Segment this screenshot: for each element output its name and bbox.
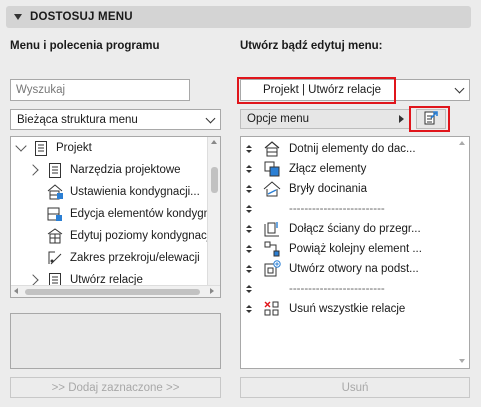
tree-item-label: Edycja elementów kondygn [70, 208, 210, 220]
menu-item-label: Powiąż kolejny element ... [289, 243, 422, 255]
menu-structure-value: Bieżąca struktura menu [17, 113, 138, 126]
drag-handle-icon[interactable] [245, 145, 253, 153]
menu-item-bryly[interactable]: Bryły docinania [241, 179, 367, 199]
drag-handle-icon[interactable] [245, 305, 253, 313]
left-column-title: Menu i polecenia programu [10, 40, 160, 52]
story-levels-icon [47, 228, 63, 244]
triangle-right-icon [399, 115, 404, 123]
menu-item-label: Dotnij elementy do dac... [289, 143, 416, 155]
menu-item-zlacz[interactable]: Złącz elementy [241, 159, 366, 179]
highlight-menu-select [237, 77, 396, 104]
highlight-export-button [409, 106, 450, 132]
story-settings-icon [47, 184, 63, 200]
scroll-up-icon[interactable] [459, 141, 465, 145]
menu-item-dolacz[interactable]: Dołącz ściany do przegr... [241, 219, 421, 239]
drag-handle-icon[interactable] [245, 265, 253, 273]
menu-item-powiaz[interactable]: Powiąż kolejny element ... [241, 239, 422, 259]
drag-handle-icon[interactable] [245, 185, 253, 193]
separator-line: ------------------------- [289, 283, 385, 295]
blank-icon [263, 200, 281, 218]
search-placeholder: Wyszukaj [16, 84, 66, 96]
document-list-icon [47, 162, 63, 178]
collapse-triangle-icon[interactable] [14, 14, 22, 20]
tree-item-narzedzia[interactable]: Narzędzia projektowe [27, 159, 181, 181]
link-element-icon [263, 240, 281, 258]
scrollbar-thumb[interactable] [211, 167, 218, 193]
drag-handle-icon[interactable] [245, 225, 253, 233]
tree-vertical-scrollbar[interactable] [207, 137, 220, 286]
drag-handle-icon[interactable] [245, 205, 253, 213]
drag-handle-icon[interactable] [245, 245, 253, 253]
chevron-down-icon [454, 83, 465, 94]
expand-right-icon[interactable] [27, 164, 39, 176]
menu-options-label: Opcje menu [247, 113, 310, 125]
remove-button[interactable]: Usuń [240, 377, 470, 398]
menu-item-usun-relacje[interactable]: Usuń wszystkie relacje [241, 299, 405, 319]
section-range-icon [47, 250, 63, 266]
menu-item-label: Bryły docinania [289, 183, 367, 195]
merge-elements-icon [263, 160, 281, 178]
tree-horizontal-scrollbar[interactable] [11, 285, 220, 297]
tree-item-label: Edytuj poziomy kondygnacji [70, 230, 212, 242]
trimming-bodies-icon [263, 180, 281, 198]
scroll-up-icon[interactable] [211, 140, 217, 144]
expand-down-icon[interactable] [15, 140, 27, 152]
scroll-left-icon[interactable] [14, 288, 18, 294]
menu-items-list[interactable]: Dotnij elementy do dac... Złącz elementy… [240, 136, 470, 369]
menu-item-otwory[interactable]: Utwórz otwory na podst... [241, 259, 419, 279]
blank-icon [263, 280, 281, 298]
tree-item-edycja[interactable]: Edycja elementów kondygn [47, 203, 210, 225]
scroll-down-icon[interactable] [459, 359, 465, 363]
trim-to-roof-icon [263, 140, 281, 158]
search-input[interactable]: Wyszukaj [10, 79, 190, 101]
separator-line: ------------------------- [289, 203, 385, 215]
tree-item-poziomy[interactable]: Edytuj poziomy kondygnacji [47, 225, 212, 247]
menu-item-label: Utwórz otwory na podst... [289, 263, 419, 275]
menu-vertical-scrollbar[interactable] [456, 137, 469, 368]
section-title: DOSTOSUJ MENU [30, 11, 133, 23]
tree-item-zakres[interactable]: Zakres przekroju/elewacji [47, 247, 200, 269]
menu-options-button[interactable]: Opcje menu [240, 109, 410, 129]
right-column-title: Utwórz bądź edytuj menu: [240, 40, 383, 52]
tree-item-ustawienia[interactable]: Ustawienia kondygnacji... [47, 181, 200, 203]
tree-item-label: Projekt [56, 142, 92, 154]
menu-structure-select[interactable]: Bieżąca struktura menu [10, 109, 221, 130]
section-header-customize-menu[interactable]: DOSTOSUJ MENU [6, 6, 471, 28]
scroll-right-icon[interactable] [210, 288, 214, 294]
drag-handle-icon[interactable] [245, 165, 253, 173]
add-selected-button[interactable]: >> Dodaj zaznaczone >> [10, 377, 221, 398]
menu-item-label: Usuń wszystkie relacje [289, 303, 406, 315]
document-list-icon [33, 140, 49, 156]
expand-right-icon[interactable] [27, 274, 39, 286]
story-edit-icon [47, 206, 63, 222]
menu-item-label: Dołącz ściany do przegr... [289, 223, 421, 235]
tree-item-label: Narzędzia projektowe [70, 164, 181, 176]
scrollbar-thumb[interactable] [25, 289, 200, 295]
description-panel [10, 313, 221, 369]
tree-item-label: Zakres przekroju/elewacji [70, 252, 200, 264]
menu-item-separator[interactable]: ------------------------- [241, 279, 385, 299]
menu-item-label: Złącz elementy [289, 163, 367, 175]
command-tree[interactable]: Projekt Narzędzia projektowe Ustawienia … [10, 136, 221, 298]
tree-item-label: Ustawienia kondygnacji... [70, 186, 200, 198]
menu-item-dotnij[interactable]: Dotnij elementy do dac... [241, 139, 416, 159]
chevron-down-icon [205, 113, 216, 124]
tree-item-projekt[interactable]: Projekt [15, 137, 92, 159]
drag-handle-icon[interactable] [245, 285, 253, 293]
create-openings-icon [263, 260, 281, 278]
menu-item-separator[interactable]: ------------------------- [241, 199, 385, 219]
remove-relations-icon [263, 300, 281, 318]
attach-walls-icon [263, 220, 281, 238]
